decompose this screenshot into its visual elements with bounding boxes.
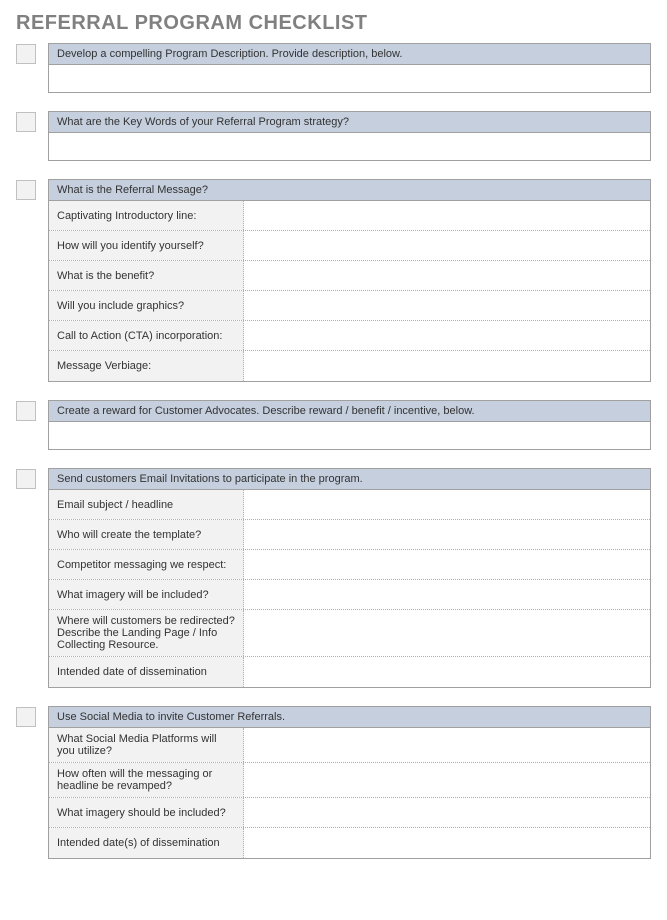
table-row: What is the benefit? bbox=[49, 261, 650, 291]
table-row: What imagery should be included? bbox=[49, 798, 650, 828]
sub-table: Captivating Introductory line:How will y… bbox=[48, 201, 651, 382]
checkbox[interactable] bbox=[16, 180, 36, 200]
text-input-area[interactable] bbox=[48, 133, 651, 161]
checkbox[interactable] bbox=[16, 401, 36, 421]
section-body: Develop a compelling Program Description… bbox=[48, 43, 651, 93]
row-label: Competitor messaging we respect: bbox=[49, 550, 244, 579]
row-label: Who will create the template? bbox=[49, 520, 244, 549]
section-body: Use Social Media to invite Customer Refe… bbox=[48, 706, 651, 859]
row-input[interactable] bbox=[244, 728, 650, 762]
section-body: What are the Key Words of your Referral … bbox=[48, 111, 651, 161]
row-label: Intended date(s) of dissemination bbox=[49, 828, 244, 858]
text-input-area[interactable] bbox=[48, 65, 651, 93]
section-body: Send customers Email Invitations to part… bbox=[48, 468, 651, 688]
row-label: Message Verbiage: bbox=[49, 351, 244, 381]
table-row: Where will customers be redirected? Desc… bbox=[49, 610, 650, 657]
row-input[interactable] bbox=[244, 520, 650, 549]
section-header: Develop a compelling Program Description… bbox=[48, 43, 651, 65]
table-row: How often will the messaging or headline… bbox=[49, 763, 650, 798]
row-input[interactable] bbox=[244, 763, 650, 797]
row-input[interactable] bbox=[244, 550, 650, 579]
section-header: Send customers Email Invitations to part… bbox=[48, 468, 651, 490]
row-input[interactable] bbox=[244, 657, 650, 687]
section-header: What are the Key Words of your Referral … bbox=[48, 111, 651, 133]
checkbox[interactable] bbox=[16, 44, 36, 64]
row-label: How often will the messaging or headline… bbox=[49, 763, 244, 797]
row-input[interactable] bbox=[244, 351, 650, 381]
row-input[interactable] bbox=[244, 828, 650, 858]
checklist-section: Send customers Email Invitations to part… bbox=[16, 468, 651, 688]
table-row: What imagery will be included? bbox=[49, 580, 650, 610]
section-body: What is the Referral Message?Captivating… bbox=[48, 179, 651, 382]
section-body: Create a reward for Customer Advocates. … bbox=[48, 400, 651, 450]
row-input[interactable] bbox=[244, 490, 650, 519]
table-row: Call to Action (CTA) incorporation: bbox=[49, 321, 650, 351]
sub-table: Email subject / headlineWho will create … bbox=[48, 490, 651, 688]
section-header: What is the Referral Message? bbox=[48, 179, 651, 201]
row-label: What imagery will be included? bbox=[49, 580, 244, 609]
checklist-section: Use Social Media to invite Customer Refe… bbox=[16, 706, 651, 859]
checklist-section: Create a reward for Customer Advocates. … bbox=[16, 400, 651, 450]
table-row: Message Verbiage: bbox=[49, 351, 650, 381]
row-input[interactable] bbox=[244, 580, 650, 609]
row-label: What is the benefit? bbox=[49, 261, 244, 290]
row-input[interactable] bbox=[244, 231, 650, 260]
page-title: REFERRAL PROGRAM CHECKLIST bbox=[16, 12, 651, 35]
table-row: Email subject / headline bbox=[49, 490, 650, 520]
checklist-section: What are the Key Words of your Referral … bbox=[16, 111, 651, 161]
row-input[interactable] bbox=[244, 201, 650, 230]
row-label: Captivating Introductory line: bbox=[49, 201, 244, 230]
table-row: Intended date(s) of dissemination bbox=[49, 828, 650, 858]
row-label: What imagery should be included? bbox=[49, 798, 244, 827]
row-label: Email subject / headline bbox=[49, 490, 244, 519]
checklist-section: Develop a compelling Program Description… bbox=[16, 43, 651, 93]
row-label: How will you identify yourself? bbox=[49, 231, 244, 260]
table-row: Captivating Introductory line: bbox=[49, 201, 650, 231]
table-row: How will you identify yourself? bbox=[49, 231, 650, 261]
text-input-area[interactable] bbox=[48, 422, 651, 450]
table-row: Intended date of dissemination bbox=[49, 657, 650, 687]
row-label: Call to Action (CTA) incorporation: bbox=[49, 321, 244, 350]
row-label: Intended date of dissemination bbox=[49, 657, 244, 687]
table-row: Who will create the template? bbox=[49, 520, 650, 550]
row-label: What Social Media Platforms will you uti… bbox=[49, 728, 244, 762]
checklist-section: What is the Referral Message?Captivating… bbox=[16, 179, 651, 382]
table-row: Competitor messaging we respect: bbox=[49, 550, 650, 580]
row-input[interactable] bbox=[244, 321, 650, 350]
row-input[interactable] bbox=[244, 261, 650, 290]
table-row: What Social Media Platforms will you uti… bbox=[49, 728, 650, 763]
row-input[interactable] bbox=[244, 610, 650, 656]
checkbox[interactable] bbox=[16, 469, 36, 489]
section-header: Create a reward for Customer Advocates. … bbox=[48, 400, 651, 422]
sub-table: What Social Media Platforms will you uti… bbox=[48, 728, 651, 859]
table-row: Will you include graphics? bbox=[49, 291, 650, 321]
row-label: Where will customers be redirected? Desc… bbox=[49, 610, 244, 656]
checkbox[interactable] bbox=[16, 112, 36, 132]
row-input[interactable] bbox=[244, 291, 650, 320]
row-label: Will you include graphics? bbox=[49, 291, 244, 320]
checkbox[interactable] bbox=[16, 707, 36, 727]
row-input[interactable] bbox=[244, 798, 650, 827]
section-header: Use Social Media to invite Customer Refe… bbox=[48, 706, 651, 728]
